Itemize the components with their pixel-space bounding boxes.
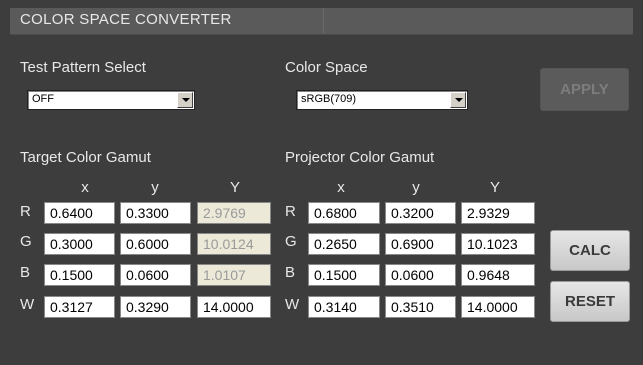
projector-g-y-field[interactable]: 0.6900 <box>385 233 456 255</box>
chevron-down-icon[interactable] <box>450 92 466 108</box>
target-header-y: y <box>151 179 159 196</box>
target-g-Y-field: 10.0124 <box>197 233 271 255</box>
target-row-label: G <box>20 233 32 250</box>
target-r-x-field[interactable]: 0.6400 <box>44 202 115 224</box>
projector-r-x-field[interactable]: 0.6800 <box>308 202 380 224</box>
target-b-y-field[interactable]: 0.0600 <box>120 264 191 286</box>
projector-b-y-field[interactable]: 0.0600 <box>385 264 456 286</box>
title-divider <box>323 8 324 34</box>
projector-b-x-field[interactable]: 0.1500 <box>308 264 380 286</box>
projector-header-y: y <box>412 179 420 196</box>
projector-header-Y: Y <box>489 179 500 196</box>
reset-button[interactable]: RESET <box>550 281 630 322</box>
panel-title: COLOR SPACE CONVERTER <box>20 11 232 28</box>
target-header-x: x <box>81 179 89 196</box>
apply-button[interactable]: APPLY <box>540 68 629 111</box>
target-r-Y-field: 2.9769 <box>197 202 271 224</box>
projector-row-label: W <box>285 296 300 313</box>
target-gamut-label: Target Color Gamut <box>20 149 151 166</box>
projector-header-x: x <box>337 179 345 196</box>
projector-w-x-field[interactable]: 0.3140 <box>308 296 380 318</box>
test-pattern-label: Test Pattern Select <box>20 59 146 76</box>
test-pattern-value: OFF <box>32 93 54 105</box>
projector-row-label: G <box>285 233 297 250</box>
color-space-select[interactable]: sRGB(709) <box>296 90 468 110</box>
target-row-label: B <box>20 264 31 281</box>
projector-g-Y-field[interactable]: 10.1023 <box>461 233 535 255</box>
target-b-x-field[interactable]: 0.1500 <box>44 264 115 286</box>
projector-w-Y-field[interactable]: 14.0000 <box>461 296 535 318</box>
color-space-value: sRGB(709) <box>301 93 357 105</box>
projector-gamut-label: Projector Color Gamut <box>285 149 435 166</box>
projector-r-y-field[interactable]: 0.3200 <box>385 202 456 224</box>
projector-row-label: B <box>285 264 296 281</box>
target-w-Y-field[interactable]: 14.0000 <box>197 296 271 318</box>
projector-b-Y-field[interactable]: 0.9648 <box>461 264 535 286</box>
chevron-down-icon[interactable] <box>177 92 193 108</box>
test-pattern-select[interactable]: OFF <box>27 90 195 110</box>
calc-button[interactable]: CALC <box>550 230 630 271</box>
projector-g-x-field[interactable]: 0.2650 <box>308 233 380 255</box>
color-space-label: Color Space <box>285 59 368 76</box>
target-g-x-field[interactable]: 0.3000 <box>44 233 115 255</box>
target-row-label: R <box>20 203 31 220</box>
target-w-y-field[interactable]: 0.3290 <box>120 296 191 318</box>
target-b-Y-field: 1.0107 <box>197 264 271 286</box>
target-r-y-field[interactable]: 0.3300 <box>120 202 191 224</box>
projector-row-label: R <box>285 203 296 220</box>
target-row-label: W <box>20 296 35 313</box>
target-w-x-field[interactable]: 0.3127 <box>44 296 115 318</box>
projector-w-y-field[interactable]: 0.3510 <box>385 296 456 318</box>
target-header-Y: Y <box>229 179 240 196</box>
projector-r-Y-field[interactable]: 2.9329 <box>461 202 535 224</box>
target-g-y-field[interactable]: 0.6000 <box>120 233 191 255</box>
